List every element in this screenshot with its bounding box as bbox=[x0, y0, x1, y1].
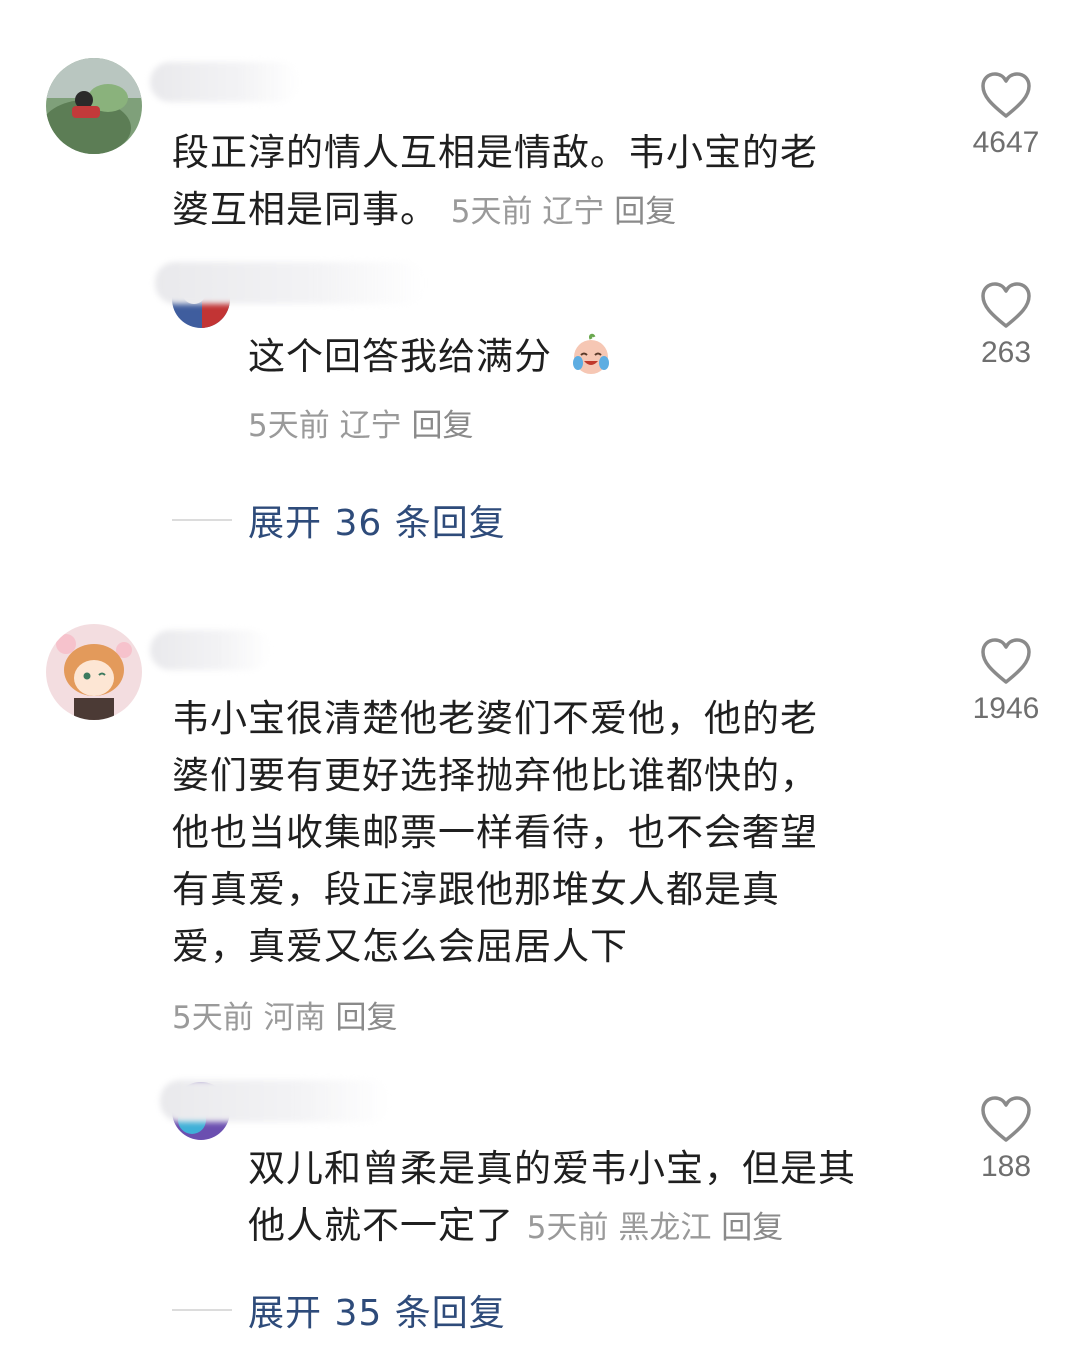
comment-line: 韦小宝很清楚他老婆们不爱他，他的老 bbox=[172, 697, 818, 740]
reply-meta: 5天前 黑龙江 回复 bbox=[527, 1210, 783, 1246]
avatar[interactable] bbox=[46, 58, 142, 154]
heart-outline-icon bbox=[981, 638, 1031, 684]
heart-outline-icon bbox=[981, 1096, 1031, 1142]
reply-text: 这个回答我给满分 bbox=[248, 328, 848, 385]
reply-button[interactable]: 回复 bbox=[721, 1210, 783, 1246]
divider bbox=[172, 1309, 232, 1311]
comment-line: 他也当收集邮票一样看待，也不会奢望 bbox=[172, 811, 818, 854]
expand-replies-label: 展开 36 条回复 bbox=[248, 503, 506, 544]
reply-meta: 5天前 辽宁 回复 bbox=[248, 400, 473, 445]
like-button[interactable]: 1946 bbox=[951, 636, 1061, 726]
timestamp: 5天前 bbox=[172, 1000, 254, 1036]
comment-text: 段正淳的情人互相是情敌。韦小宝的老 婆互相是同事。 5天前 辽宁 回复 bbox=[172, 124, 932, 241]
like-button[interactable]: 188 bbox=[951, 1094, 1061, 1184]
like-count: 1946 bbox=[972, 692, 1040, 725]
timestamp: 5天前 bbox=[526, 1210, 609, 1246]
timestamp: 5天前 bbox=[248, 408, 330, 444]
comment-line: 有真爱，段正淳跟他那堆女人都是真 bbox=[172, 868, 780, 911]
crying-laughing-emoji bbox=[572, 333, 609, 374]
expand-replies-button[interactable]: 展开 35 条回复 bbox=[172, 1284, 506, 1336]
like-count: 263 bbox=[980, 336, 1032, 369]
reply-text: 双儿和曾柔是真的爱韦小宝，但是其 他人就不一定了 5天前 黑龙江 回复 bbox=[248, 1140, 948, 1257]
reply-button[interactable]: 回复 bbox=[614, 194, 676, 230]
avatar-photo bbox=[46, 58, 142, 154]
like-count: 4647 bbox=[972, 126, 1040, 159]
divider bbox=[172, 519, 232, 521]
comment-meta: 5天前 辽宁 回复 bbox=[451, 194, 676, 230]
expand-replies-label: 展开 35 条回复 bbox=[248, 1293, 506, 1334]
location: 辽宁 bbox=[542, 194, 605, 230]
like-button[interactable]: 4647 bbox=[951, 70, 1061, 160]
like-button[interactable]: 263 bbox=[951, 280, 1061, 370]
comment-text: 韦小宝很清楚他老婆们不爱他，他的老 婆们要有更好选择抛弃他比谁都快的， 他也当收… bbox=[172, 690, 932, 975]
username-redacted[interactable] bbox=[160, 1080, 390, 1122]
reply-line: 这个回答我给满分 bbox=[248, 335, 552, 378]
comment-meta: 5天前 河南 回复 bbox=[172, 992, 397, 1037]
location: 黑龙江 bbox=[618, 1210, 712, 1246]
comment-line: 婆互相是同事。 bbox=[172, 188, 438, 231]
like-count: 188 bbox=[980, 1150, 1032, 1183]
location: 河南 bbox=[263, 1000, 326, 1036]
reply-button[interactable]: 回复 bbox=[335, 1000, 397, 1036]
heart-outline-icon bbox=[981, 282, 1031, 328]
heart-outline-icon bbox=[981, 72, 1031, 118]
comment-line: 段正淳的情人互相是情敌。韦小宝的老 bbox=[172, 131, 818, 174]
reply-line: 他人就不一定了 bbox=[248, 1204, 514, 1247]
avatar-photo bbox=[46, 624, 142, 720]
comment-line: 爱，真爱又怎么会屈居人下 bbox=[172, 925, 628, 968]
comment-line: 婆们要有更好选择抛弃他比谁都快的， bbox=[172, 754, 818, 797]
username-redacted[interactable] bbox=[150, 62, 300, 102]
reply-line: 双儿和曾柔是真的爱韦小宝，但是其 bbox=[248, 1147, 856, 1190]
location: 辽宁 bbox=[339, 408, 402, 444]
username-redacted[interactable] bbox=[150, 630, 270, 670]
timestamp: 5天前 bbox=[450, 194, 533, 230]
reply-button[interactable]: 回复 bbox=[411, 408, 473, 444]
avatar[interactable] bbox=[46, 624, 142, 720]
expand-replies-button[interactable]: 展开 36 条回复 bbox=[172, 494, 506, 546]
username-redacted[interactable] bbox=[155, 262, 425, 304]
